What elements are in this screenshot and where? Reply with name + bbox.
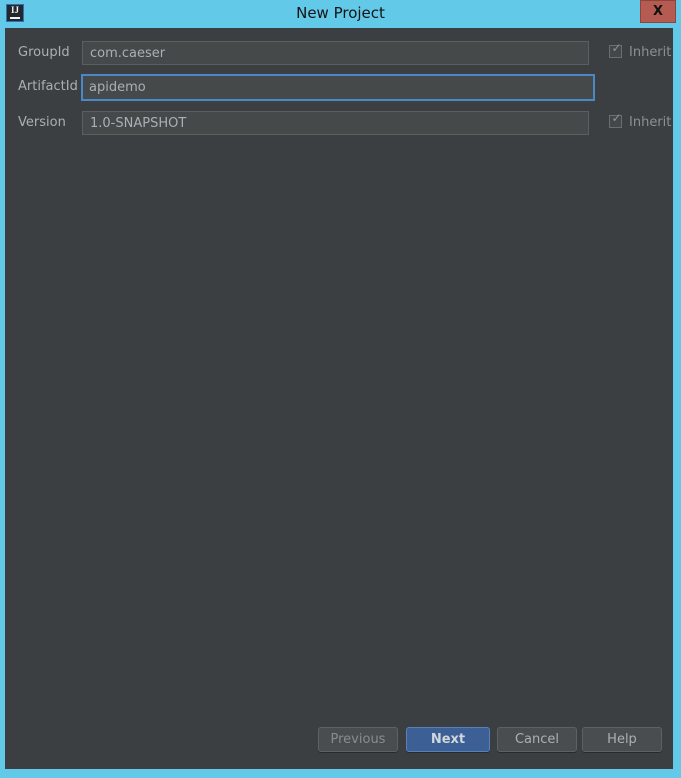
checkmark-icon: ✓ <box>611 111 622 125</box>
cancel-button[interactable]: Cancel <box>497 727 577 752</box>
groupid-inherit-label: Inherit <box>629 45 672 60</box>
artifactid-label: ArtifactId <box>18 79 78 94</box>
dialog-content-panel: GroupId ✓ Inherit ArtifactId Version ✓ I… <box>5 28 673 769</box>
artifactid-input[interactable] <box>81 74 595 101</box>
next-button[interactable]: Next <box>406 727 490 752</box>
previous-button[interactable]: Previous <box>318 727 398 752</box>
form-row-artifactid: ArtifactId <box>5 74 673 101</box>
form-row-version: Version ✓ Inherit <box>5 111 673 135</box>
window-title: New Project <box>296 4 385 22</box>
help-button[interactable]: Help <box>582 727 662 752</box>
dialog-footer: Previous Next Cancel Help <box>5 717 673 769</box>
title-bar: IJ New Project X <box>0 0 681 28</box>
form-row-groupid: GroupId ✓ Inherit <box>5 41 673 65</box>
groupid-inherit-checkbox[interactable]: ✓ <box>609 41 622 58</box>
close-icon[interactable]: X <box>640 0 676 23</box>
version-input[interactable] <box>82 111 589 135</box>
version-label: Version <box>18 115 66 130</box>
new-project-dialog-window: IJ New Project X GroupId ✓ Inherit Artif… <box>0 0 681 778</box>
version-inherit-checkbox[interactable]: ✓ <box>609 111 622 128</box>
groupid-input[interactable] <box>82 41 589 65</box>
version-inherit-label: Inherit <box>629 115 672 130</box>
groupid-label: GroupId <box>18 45 70 60</box>
checkmark-icon: ✓ <box>611 41 622 55</box>
